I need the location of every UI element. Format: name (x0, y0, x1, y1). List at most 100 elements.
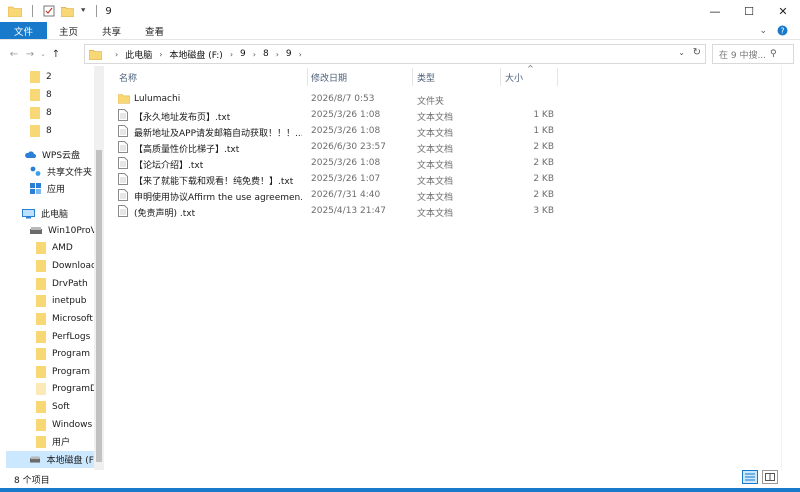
column-header-size[interactable]: 大小 (505, 66, 565, 88)
file-date: 2025/3/26 1:08 (311, 110, 381, 120)
sidebar-item-drive-f[interactable]: 本地磁盘 (F (6, 451, 94, 468)
file-row[interactable]: Lulumachi 2026/8/7 0:53 文件夹 (104, 92, 704, 108)
breadcrumb-folder-9[interactable]: 9 › (240, 49, 263, 59)
file-name: 【来了就能下载和观看！纯免费！】.txt (134, 177, 294, 187)
file-row[interactable]: (免责声明) .txt 2025/4/13 21:47 文本文档 3 KB (104, 204, 704, 220)
search-box[interactable]: 在 9 中搜... ⚲ (712, 44, 794, 64)
address-bar[interactable]: › 此电脑 › 本地磁盘 (F:) › 9 › 8 › 9 › ⌄ ↻ (84, 44, 706, 64)
column-header-name[interactable]: 名称 (119, 66, 299, 88)
file-date: 2026/6/30 23:57 (311, 142, 386, 152)
sidebar-item-apps[interactable]: 应用 (30, 180, 65, 197)
sidebar-item-2[interactable]: 2 (30, 68, 52, 85)
ribbon-right: ⌄ ? (759, 22, 788, 39)
folder-icon (89, 49, 102, 60)
status-bar: 8 个项目 (0, 470, 800, 488)
explorer-window: ⯆ 9 — ☐ ✕ 文件 主页 共享 查看 ⌄ ? ← → ⌄ ↑ › 此电脑 ›… (0, 0, 800, 492)
sidebar-item-soft[interactable]: Soft (36, 398, 70, 415)
forward-button[interactable]: → (22, 49, 38, 60)
chevron-down-icon: ⌄ (40, 50, 46, 58)
view-toggle (742, 470, 778, 484)
tab-home[interactable]: 主页 (47, 22, 90, 39)
sidebar-item-8a[interactable]: 8 (30, 86, 52, 103)
file-row[interactable]: 申明使用协议Affirm the use agreemen... 2026/7/… (104, 188, 704, 204)
customize-toolbar-icon[interactable]: ⯆ (80, 6, 86, 16)
tab-file[interactable]: 文件 (0, 22, 48, 39)
sidebar-item-programdata[interactable]: ProgramD (36, 380, 97, 397)
breadcrumb-this-pc[interactable]: 此电脑 › (125, 48, 169, 61)
text-file-icon (118, 125, 128, 137)
file-row[interactable]: 最新地址及APP请发邮箱自动获取！！！... 2025/3/26 1:08 文本… (104, 124, 704, 140)
file-name: 申明使用协议Affirm the use agreemen... (134, 193, 302, 203)
help-icon[interactable]: ? (777, 25, 788, 36)
sidebar-item-this-pc[interactable]: 此电脑 (22, 205, 68, 222)
refresh-icon[interactable]: ↻ (693, 47, 701, 58)
details-view-button[interactable] (742, 470, 758, 484)
folder-icon (30, 124, 40, 137)
file-name: 【高质量性价比梯子】.txt (134, 145, 240, 155)
minimize-button[interactable]: — (698, 0, 732, 22)
file-name: Lulumachi (134, 94, 181, 104)
up-button[interactable]: ↑ (48, 49, 64, 60)
text-file-icon (118, 141, 128, 153)
sidebar-item-drvpath[interactable]: DrvPath (36, 275, 88, 292)
folder-icon (36, 294, 46, 307)
right-edge-strip (781, 66, 800, 470)
text-file-icon (118, 173, 128, 185)
address-dropdown-icon[interactable]: ⌄ (678, 48, 685, 57)
computer-icon (22, 208, 35, 218)
breadcrumb-folder-8[interactable]: 8 › (263, 49, 286, 59)
tab-share[interactable]: 共享 (90, 22, 133, 39)
file-type: 文件夹 (417, 97, 445, 107)
properties-icon[interactable] (43, 5, 55, 17)
details-view-icon (745, 473, 755, 481)
tab-view[interactable]: 查看 (133, 22, 176, 39)
back-button[interactable]: ← (6, 49, 22, 60)
breadcrumb-folder-9-current[interactable]: 9 › (286, 49, 309, 59)
sidebar-item-wps-cloud[interactable]: WPS云盘 (24, 146, 80, 163)
file-size: 2 KB (533, 190, 554, 200)
file-row[interactable]: 【来了就能下载和观看！纯免费！】.txt 2025/3/26 1:07 文本文档… (104, 172, 704, 188)
column-header-date[interactable]: 修改日期 (311, 66, 411, 88)
folder-icon (8, 6, 22, 17)
folder-icon (36, 400, 46, 413)
file-row[interactable]: 【永久地址发布页】.txt 2025/3/26 1:08 文本文档 1 KB (104, 108, 704, 124)
window-controls: — ☐ ✕ (698, 0, 800, 22)
column-header-type[interactable]: 类型 (417, 66, 497, 88)
maximize-button[interactable]: ☐ (732, 0, 766, 22)
sidebar-item-users[interactable]: 用户 (36, 433, 70, 450)
file-name: 【永久地址发布页】.txt (134, 113, 231, 123)
sidebar-item-shared-folder[interactable]: 共享文件夹 (30, 163, 92, 180)
folder-icon (36, 435, 46, 448)
recent-locations-button[interactable]: ⌄ (38, 50, 48, 58)
text-file-icon (118, 157, 128, 169)
sidebar-item-amd[interactable]: AMD (36, 239, 73, 256)
file-date: 2025/3/26 1:07 (311, 174, 381, 184)
folder-icon (30, 70, 40, 83)
sidebar-scrollbar[interactable] (94, 66, 104, 470)
sidebar-item-inetpub[interactable]: inetpub (36, 292, 86, 309)
file-row[interactable]: 【高质量性价比梯子】.txt 2026/6/30 23:57 文本文档 2 KB (104, 140, 704, 156)
sidebar-item-8b[interactable]: 8 (30, 104, 52, 121)
close-button[interactable]: ✕ (766, 0, 800, 22)
chevron-down-icon[interactable]: ⌄ (759, 26, 767, 36)
sidebar-item-download[interactable]: Download (36, 257, 97, 274)
sidebar-item-8c[interactable]: 8 (30, 122, 52, 139)
back-arrow-icon: ← (9, 48, 19, 60)
sidebar-item-perflogs[interactable]: PerfLogs (36, 328, 90, 345)
ribbon-tabs: 文件 主页 共享 查看 ⌄ ? (0, 22, 800, 40)
sidebar-item-windows[interactable]: Windows (36, 416, 92, 433)
new-folder-icon[interactable] (61, 6, 74, 17)
file-list: ^ 名称 修改日期 类型 大小 Lulumachi 2026/8/7 0:53 … (104, 64, 780, 470)
breadcrumb-drive-f[interactable]: 本地磁盘 (F:) › (169, 48, 240, 61)
window-title: 9 (105, 5, 112, 17)
large-icons-view-button[interactable] (762, 470, 778, 484)
drive-icon (30, 227, 42, 234)
file-row[interactable]: 【论坛介绍】.txt 2025/3/26 1:08 文本文档 2 KB (104, 156, 704, 172)
file-date: 2025/4/13 21:47 (311, 206, 386, 216)
sidebar-scrollbar-thumb[interactable] (96, 150, 102, 462)
sidebar-item-program-files[interactable]: Program (36, 345, 90, 362)
search-icon: ⚲ (770, 49, 777, 59)
sidebar-item-program-files-x86[interactable]: Program (36, 363, 90, 380)
sidebar-item-drive-c[interactable]: Win10ProV (30, 222, 97, 239)
sidebar-item-microsoft[interactable]: Microsoft (36, 310, 93, 327)
